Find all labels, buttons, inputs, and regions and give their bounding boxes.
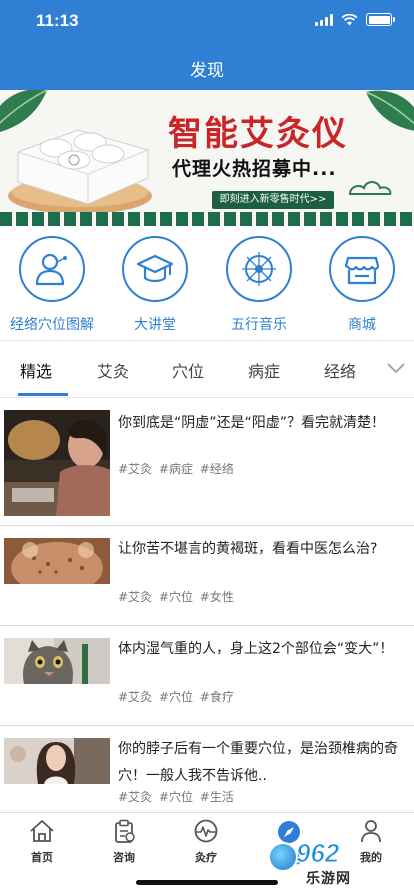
status-icons (315, 13, 395, 26)
tag[interactable]: #艾灸 (118, 690, 152, 704)
article-title: 让你苦不堪言的黄褐斑，看看中医怎么治? (118, 541, 378, 557)
tabbar-consult[interactable]: 咨询 (94, 819, 154, 865)
watermark-logo-icon (268, 842, 298, 872)
cloud-decoration-icon (348, 181, 392, 195)
tabbar-label: 灸疗 (195, 851, 217, 864)
music-circle-icon (242, 252, 276, 286)
promo-banner[interactable]: 智能艾灸仪 代理火热招募中... 即刻进入新零售时代>> (0, 90, 414, 226)
article-tags: #艾灸 #病症 #经络 (118, 460, 237, 477)
quick-nav: 经络穴位图解 大讲堂 五行音乐 商城 (0, 230, 414, 336)
status-time: 11:13 (36, 11, 79, 30)
signal-icon (315, 13, 333, 26)
quick-nav-shop[interactable]: 商城 (312, 236, 412, 334)
article-item[interactable]: 体内湿气重的人，身上这2个部位会“变大”！ #艾灸 #穴位 #食疗 (0, 626, 414, 726)
tag[interactable]: #艾灸 (118, 590, 152, 604)
home-icon (30, 820, 54, 842)
tab-meridian[interactable]: 经络 (324, 358, 356, 382)
tag[interactable]: #生活 (200, 790, 234, 804)
quick-nav-label: 商城 (348, 317, 376, 333)
tag[interactable]: #穴位 (159, 790, 193, 804)
tag[interactable]: #穴位 (159, 590, 193, 604)
tag[interactable]: #女性 (200, 590, 234, 604)
banner-subtitle: 代理火热招募中... (172, 158, 337, 180)
article-thumbnail (4, 410, 110, 516)
site-watermark: 962 乐游网 (268, 832, 408, 888)
tag[interactable]: #病症 (159, 462, 193, 476)
article-thumbnail (4, 638, 110, 684)
quick-nav-label: 五行音乐 (231, 317, 287, 333)
shop-icon (344, 256, 380, 285)
banner-title: 智能艾灸仪 (168, 114, 348, 154)
article-thumbnail (4, 538, 110, 584)
tab-featured[interactable]: 精选 (20, 358, 52, 382)
tab-acupoint[interactable]: 穴位 (172, 358, 204, 382)
quick-nav-lecture[interactable]: 大讲堂 (105, 236, 205, 334)
battery-icon (366, 13, 395, 26)
article-title: 你的脖子后有一个重要穴位，是治颈椎病的奇穴！一般人我不告诉他.. (118, 741, 398, 784)
article-tags: #艾灸 #穴位 #食疗 (118, 688, 237, 705)
tag[interactable]: #艾灸 (118, 462, 152, 476)
category-tabs: 精选 艾灸 穴位 病症 经络 (0, 340, 414, 398)
tabbar-label: 咨询 (113, 851, 135, 864)
article-tags: #艾灸 #穴位 #女性 (118, 588, 237, 605)
quick-nav-label: 经络穴位图解 (10, 317, 94, 333)
article-title: 体内湿气重的人，身上这2个部位会“变大”！ (118, 641, 394, 657)
quick-nav-meridian[interactable]: 经络穴位图解 (2, 236, 102, 334)
wifi-icon (341, 13, 358, 25)
tabbar-label: 首页 (31, 851, 53, 864)
watermark-text: 乐游网 (306, 871, 351, 887)
watermark-number: 962 (295, 838, 340, 869)
banner-pattern (0, 212, 414, 226)
tab-moxibustion[interactable]: 艾灸 (97, 358, 129, 382)
person-icon (35, 253, 67, 286)
page-title: 发现 (190, 61, 224, 81)
quick-nav-label: 大讲堂 (134, 317, 176, 333)
tabbar-moxa-therapy[interactable]: 灸疗 (176, 819, 236, 865)
home-indicator[interactable] (136, 880, 278, 885)
tag[interactable]: #穴位 (159, 690, 193, 704)
tag[interactable]: #食疗 (200, 690, 234, 704)
article-thumbnail (4, 738, 110, 784)
tab-active-indicator (18, 393, 68, 396)
banner-cta[interactable]: 即刻进入新零售时代>> (212, 191, 334, 209)
tag[interactable]: #经络 (200, 462, 234, 476)
moxibustion-device-image (8, 129, 152, 214)
leaf-decoration-icon (365, 90, 414, 131)
pulse-icon (194, 819, 218, 843)
header-bar: 11:13 发现 (0, 0, 414, 90)
status-bar: 11:13 (0, 10, 414, 36)
article-item[interactable]: 你到底是“阴虚”还是“阳虚”？看完就清楚！ #艾灸 #病症 #经络 (0, 400, 414, 526)
article-item[interactable]: 你的脖子后有一个重要穴位，是治颈椎病的奇穴！一般人我不告诉他.. #艾灸 #穴位… (0, 726, 414, 816)
article-tags: #艾灸 #穴位 #生活 (118, 788, 237, 805)
article-item[interactable]: 让你苦不堪言的黄褐斑，看看中医怎么治? #艾灸 #穴位 #女性 (0, 526, 414, 626)
tag[interactable]: #艾灸 (118, 790, 152, 804)
quick-nav-music[interactable]: 五行音乐 (209, 236, 309, 334)
tabbar-home[interactable]: 首页 (12, 819, 72, 865)
graduation-cap-icon (136, 254, 174, 283)
chevron-down-icon[interactable] (386, 361, 406, 375)
clipboard-icon (115, 819, 135, 843)
tab-disease[interactable]: 病症 (248, 358, 280, 382)
article-title: 你到底是“阴虚”还是“阳虚”？看完就清楚！ (118, 415, 386, 431)
